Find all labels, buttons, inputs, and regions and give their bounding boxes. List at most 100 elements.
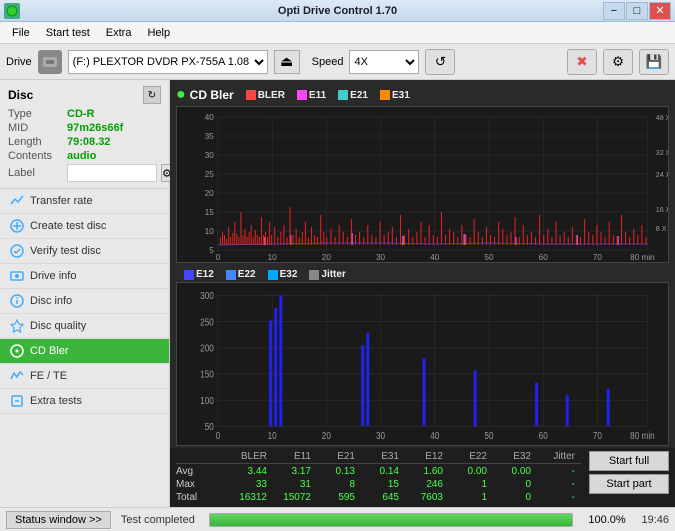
window-title: Opti Drive Control 1.70 — [278, 5, 397, 17]
sidebar-item-create-test-disc[interactable]: Create test disc — [0, 214, 169, 239]
window-controls: − □ ✕ — [603, 2, 671, 20]
stats-header-jitter: Jitter — [537, 451, 581, 462]
svg-text:35: 35 — [205, 132, 215, 141]
disc-contents-label: Contents — [8, 150, 63, 162]
save-button[interactable]: 💾 — [639, 49, 669, 75]
disc-refresh-button[interactable]: ↻ — [143, 86, 161, 104]
svg-text:80 min: 80 min — [630, 253, 655, 262]
svg-text:20: 20 — [205, 189, 215, 198]
stats-header-e32: E32 — [493, 451, 537, 462]
stats-row-total-jitter: - — [537, 492, 581, 503]
disc-contents-value: audio — [67, 150, 96, 162]
stats-row-total-label: Total — [176, 492, 221, 503]
disc-type-value: CD-R — [67, 108, 95, 120]
stats-row-max-e32: 0 — [493, 479, 537, 490]
svg-text:24 X: 24 X — [656, 171, 668, 179]
minimize-button[interactable]: − — [603, 2, 625, 20]
stats-row-max-e21: 8 — [317, 479, 361, 490]
svg-text:70: 70 — [593, 253, 603, 262]
sidebar-item-extra-tests[interactable]: Extra tests — [0, 389, 169, 414]
drive-label: Drive — [6, 56, 32, 68]
menu-file[interactable]: File — [4, 25, 38, 41]
disc-label-label: Label — [8, 167, 63, 179]
stats-row-total-e21: 595 — [317, 492, 361, 503]
stats-row-max-e31: 15 — [361, 479, 405, 490]
drive-selector[interactable]: (F:) PLEXTOR DVDR PX-755A 1.08 — [68, 50, 268, 74]
menu-extra[interactable]: Extra — [98, 25, 140, 41]
chart2-title: E12 E22 E32 Jitter — [176, 267, 669, 282]
stats-row-avg-jitter: - — [537, 466, 581, 477]
svg-text:200: 200 — [200, 343, 214, 354]
eject-button[interactable]: ⏏ — [274, 50, 300, 74]
stats-row-max-e12: 246 — [405, 479, 449, 490]
menu-start-test[interactable]: Start test — [38, 25, 98, 41]
disc-type-label: Type — [8, 108, 63, 120]
stats-row-total-e31: 645 — [361, 492, 405, 503]
stats-row-max-bler: 33 — [221, 479, 273, 490]
cd-bler-icon — [10, 344, 24, 358]
stats-row-total-bler: 16312 — [221, 492, 273, 503]
chart2-svg: 300 250 200 150 100 50 0 10 20 30 40 50 … — [177, 283, 668, 445]
disc-length-value: 79:08.32 — [67, 136, 110, 148]
svg-text:60: 60 — [539, 430, 548, 441]
disc-length-label: Length — [8, 136, 63, 148]
clear-button[interactable]: ✖ — [567, 49, 597, 75]
stats-row-max-jitter: - — [537, 479, 581, 490]
sidebar-item-transfer-rate[interactable]: Transfer rate — [0, 189, 169, 214]
legend-e32: E32 — [268, 269, 298, 280]
legend-e21: E21 — [338, 90, 368, 101]
legend-e11: E11 — [297, 90, 326, 101]
stats-row-max-e22: 1 — [449, 479, 493, 490]
maximize-button[interactable]: □ — [626, 2, 648, 20]
sidebar-item-fe-te[interactable]: FE / TE — [0, 364, 169, 389]
stats-header-e31: E31 — [361, 451, 405, 462]
close-button[interactable]: ✕ — [649, 2, 671, 20]
fe-te-icon — [10, 369, 24, 383]
title-bar-left — [4, 3, 20, 19]
disc-label-input[interactable] — [67, 164, 157, 182]
svg-text:80 min: 80 min — [630, 430, 655, 441]
status-window-button[interactable]: Status window >> — [6, 511, 111, 529]
stats-area: BLER E11 E21 E31 E12 E22 E32 Jitter Avg … — [170, 448, 675, 507]
stats-header-e11: E11 — [273, 451, 317, 462]
disc-mid-value: 97m26s66f — [67, 122, 123, 134]
main-layout: Disc ↻ Type CD-R MID 97m26s66f Length 79… — [0, 80, 675, 507]
elapsed-time: 19:46 — [633, 514, 669, 526]
stats-row-total-e22: 1 — [449, 492, 493, 503]
refresh-button[interactable]: ↺ — [425, 49, 455, 75]
disc-info-icon — [10, 294, 24, 308]
svg-text:0: 0 — [216, 253, 221, 262]
stats-row-avg-e11: 3.17 — [273, 466, 317, 477]
settings-button[interactable]: ⚙ — [603, 49, 633, 75]
start-full-button[interactable]: Start full — [589, 451, 669, 471]
svg-text:30: 30 — [376, 253, 386, 262]
drive-info-icon — [10, 269, 24, 283]
svg-text:40: 40 — [430, 430, 439, 441]
sidebar-item-drive-info[interactable]: Drive info — [0, 264, 169, 289]
menu-help[interactable]: Help — [139, 25, 178, 41]
sidebar-item-disc-info[interactable]: Disc info — [0, 289, 169, 314]
svg-text:25: 25 — [205, 170, 215, 179]
svg-text:50: 50 — [205, 421, 214, 432]
svg-text:70: 70 — [593, 430, 602, 441]
start-buttons: Start full Start part — [589, 451, 669, 494]
svg-text:48 X: 48 X — [656, 114, 668, 122]
sidebar-item-disc-quality[interactable]: Disc quality — [0, 314, 169, 339]
svg-text:60: 60 — [539, 253, 549, 262]
transfer-rate-icon — [10, 194, 24, 208]
sidebar-item-verify-test-disc[interactable]: Verify test disc — [0, 239, 169, 264]
status-text: Test completed — [121, 514, 195, 526]
speed-selector[interactable]: 4X — [349, 50, 419, 74]
svg-text:100: 100 — [200, 395, 214, 406]
svg-text:20: 20 — [322, 430, 331, 441]
svg-text:10: 10 — [205, 227, 215, 236]
svg-text:30: 30 — [205, 151, 215, 160]
disc-quality-icon — [10, 319, 24, 333]
svg-text:10: 10 — [268, 253, 278, 262]
svg-text:250: 250 — [200, 317, 214, 328]
progress-bar-container — [209, 513, 573, 527]
sidebar-item-cd-bler[interactable]: CD Bler — [0, 339, 169, 364]
start-part-button[interactable]: Start part — [589, 474, 669, 494]
stats-row-avg-bler: 3.44 — [221, 466, 273, 477]
legend-bler: BLER — [246, 90, 285, 101]
